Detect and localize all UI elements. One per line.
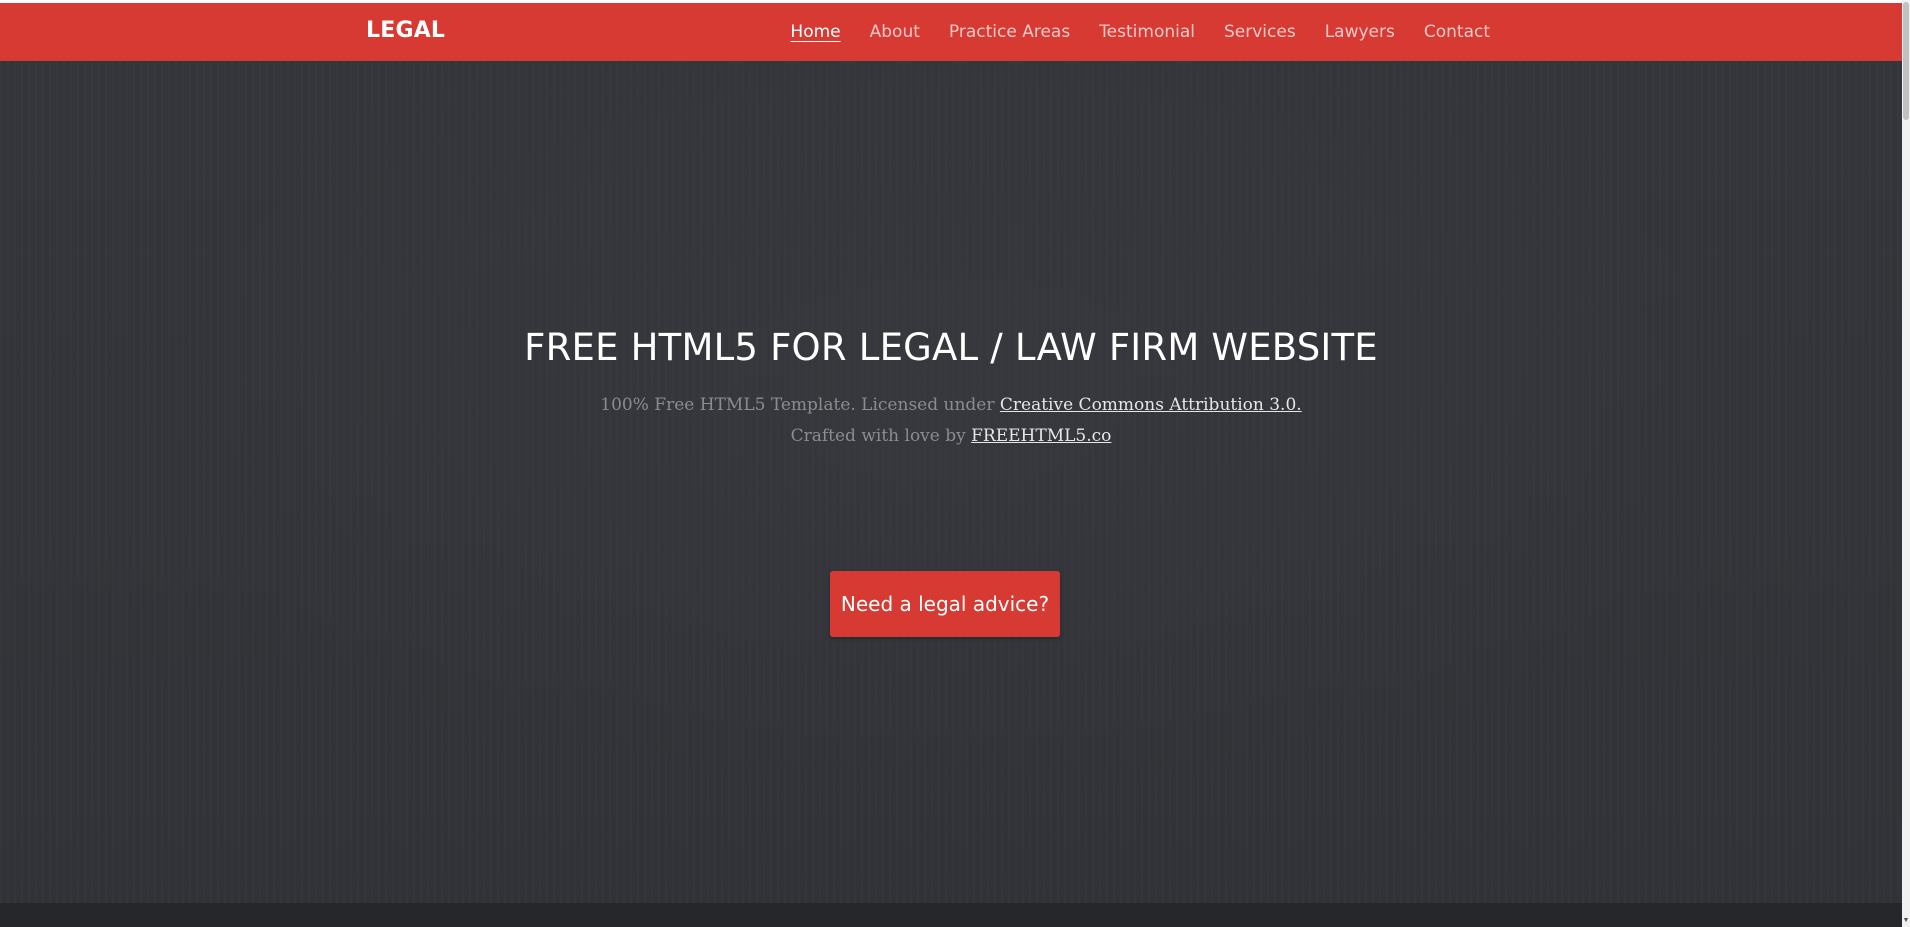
nav-item-practice-areas[interactable]: Practice Areas [949,22,1070,42]
hero-section: FREE HTML5 FOR LEGAL / LAW FIRM WEBSITE … [0,61,1902,903]
scroll-down-arrow-icon[interactable]: ▼ [1902,917,1910,925]
hero-title: FREE HTML5 FOR LEGAL / LAW FIRM WEBSITE [524,326,1378,369]
navbar: LEGAL Home About Practice Areas Testimon… [0,3,1902,61]
brand-logo[interactable]: LEGAL [366,18,445,43]
legal-advice-button[interactable]: Need a legal advice? [830,571,1060,637]
next-section-edge [0,903,1902,927]
nav-item-contact[interactable]: Contact [1424,22,1490,42]
nav-item-lawyers[interactable]: Lawyers [1325,22,1395,42]
hero-credit-text: Crafted with love by [790,426,972,446]
credit-link[interactable]: FREEHTML5.co [971,426,1111,446]
nav-item-services[interactable]: Services [1224,22,1296,42]
nav-item-about[interactable]: About [870,22,920,42]
main-nav: Home About Practice Areas Testimonial Se… [761,22,1490,42]
hero-subtitle: 100% Free HTML5 Template. Licensed under… [0,390,1902,452]
nav-item-home[interactable]: Home [790,22,840,42]
hero-license-text: 100% Free HTML5 Template. Licensed under [600,395,1000,415]
scrollbar-thumb[interactable] [1903,2,1909,120]
license-link[interactable]: Creative Commons Attribution 3.0. [1000,395,1302,415]
nav-item-testimonial[interactable]: Testimonial [1099,22,1195,42]
page-scrollbar[interactable]: ▼ [1902,0,1910,927]
